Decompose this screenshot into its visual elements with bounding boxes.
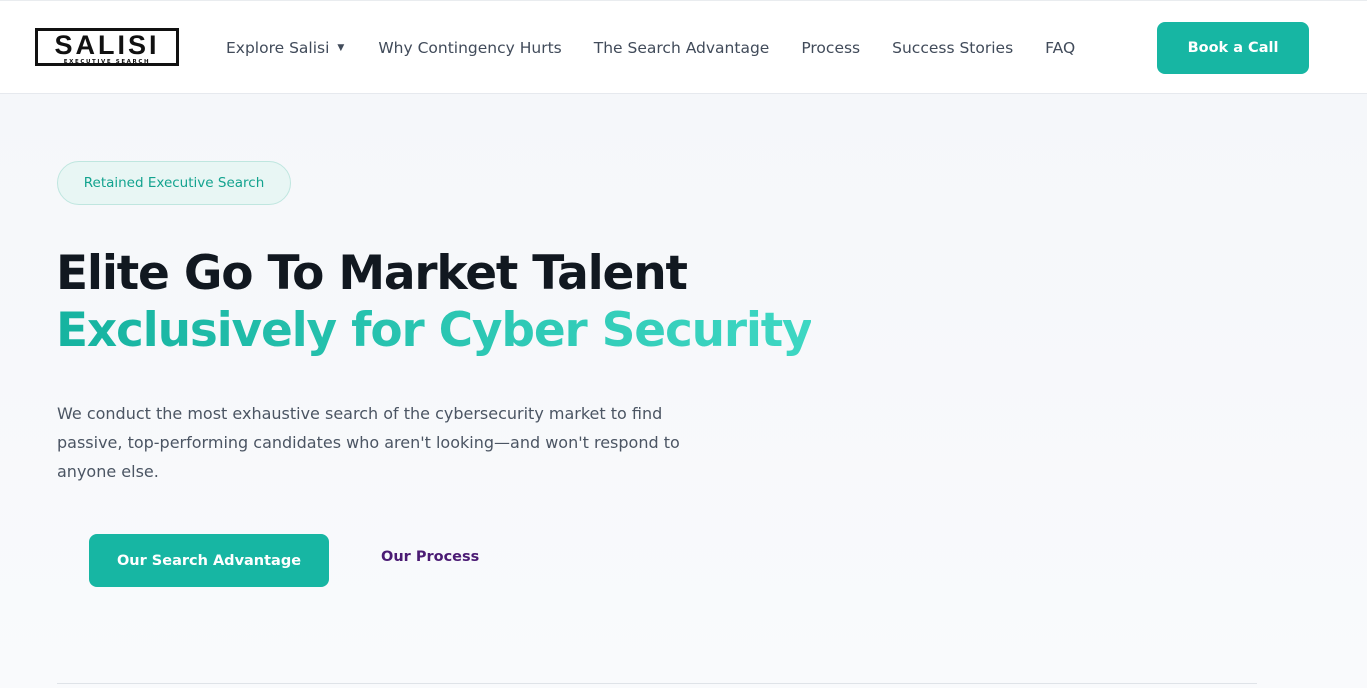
nav-why-contingency-hurts[interactable]: Why Contingency Hurts (378, 39, 561, 57)
site-header: SALISI EXECUTIVE SEARCH Explore Salisi ▼… (0, 0, 1367, 94)
our-process-link[interactable]: Our Process (381, 549, 479, 571)
retained-search-badge: Retained Executive Search (57, 161, 291, 205)
nav-faq[interactable]: FAQ (1045, 39, 1075, 57)
nav-success-stories-label: Success Stories (892, 39, 1014, 57)
hero-headline-accent: Exclusively for Cyber Security (56, 303, 813, 358)
nav-search-advantage[interactable]: The Search Advantage (594, 39, 770, 57)
logo-wordmark: SALISI (54, 30, 160, 60)
nav-process[interactable]: Process (801, 39, 860, 57)
nav-search-advantage-label: The Search Advantage (593, 39, 770, 57)
chevron-down-icon: ▼ (337, 43, 345, 53)
nav-process-label: Process (801, 39, 861, 57)
main-nav: Explore Salisi ▼ Why Contingency Hurts T… (226, 37, 1075, 59)
logo-tagline: EXECUTIVE SEARCH (63, 59, 151, 65)
nav-faq-label: FAQ (1045, 39, 1076, 57)
nav-explore-salisi[interactable]: Explore Salisi ▼ (226, 39, 344, 57)
nav-why-contingency-hurts-label: Why Contingency Hurts (378, 39, 562, 57)
nav-success-stories[interactable]: Success Stories (892, 39, 1013, 57)
salisi-logo[interactable]: SALISI EXECUTIVE SEARCH (35, 28, 179, 66)
hero-headline: Elite Go To Market Talent (56, 246, 688, 301)
section-divider (57, 683, 1257, 684)
hero-description: We conduct the most exhaustive search of… (57, 404, 680, 481)
nav-explore-salisi-label: Explore Salisi (226, 39, 330, 57)
our-search-advantage-button[interactable]: Our Search Advantage (89, 534, 329, 587)
book-a-call-button[interactable]: Book a Call (1157, 22, 1309, 74)
